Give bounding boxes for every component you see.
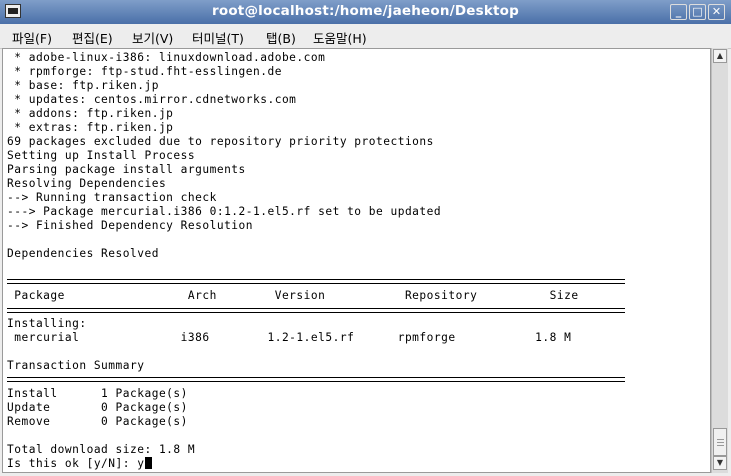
menu-file[interactable]: 파일(F) — [12, 28, 52, 47]
close-button[interactable]: ✕ — [708, 4, 725, 20]
menu-terminal[interactable]: 터미널(T) — [192, 28, 244, 47]
menu-bar: 파일(F) 편집(E) 보기(V) 터미널(T) 탭(B) 도움말(H) — [0, 24, 731, 49]
terminal-line: Remove 0 Package(s) — [7, 415, 188, 428]
terminal-line: * addons: ftp.riken.jp — [7, 107, 174, 120]
terminal-output[interactable]: * adobe-linux-i386: linuxdownload.adobe.… — [2, 48, 711, 473]
scroll-thumb[interactable] — [713, 428, 727, 456]
prompt-line[interactable]: Is this ok [y/N]: y — [7, 457, 152, 471]
terminal-line: Install 1 Package(s) — [7, 387, 188, 400]
table-divider — [7, 377, 625, 382]
terminal-line: Parsing package install arguments — [7, 163, 246, 176]
text-cursor — [144, 457, 152, 469]
terminal-line: Dependencies Resolved — [7, 247, 159, 260]
terminal-line: ---> Package mercurial.i386 0:1.2-1.el5.… — [7, 205, 442, 218]
terminal-line: Transaction Summary — [7, 359, 145, 372]
table-divider — [7, 308, 625, 313]
terminal-line: * base: ftp.riken.jp — [7, 79, 159, 92]
terminal-line: Update 0 Package(s) — [7, 401, 188, 414]
terminal-line: mercurial i386 1.2-1.el5.rf rpmforge 1.8… — [7, 331, 572, 344]
scroll-up-arrow-icon[interactable]: ▲ — [713, 49, 727, 63]
prompt-text: Is this ok [y/N]: — [7, 457, 138, 470]
title-bar[interactable]: root@localhost:/home/jaeheon/Desktop _ □… — [0, 0, 731, 24]
minimize-button[interactable]: _ — [670, 4, 687, 20]
scroll-down-arrow-icon[interactable]: ▼ — [713, 456, 727, 470]
prompt-input[interactable]: y — [137, 457, 144, 470]
terminal-line: Total download size: 1.8 M — [7, 443, 196, 456]
menu-edit[interactable]: 편집(E) — [72, 28, 113, 47]
table-divider — [7, 279, 625, 284]
terminal-line: Package Arch Version Repository Size — [7, 289, 579, 302]
terminal-line: Setting up Install Process — [7, 149, 196, 162]
terminal-line: Installing: — [7, 317, 87, 330]
menu-tabs[interactable]: 탭(B) — [266, 28, 296, 47]
terminal-line: 69 packages excluded due to repository p… — [7, 135, 434, 148]
menu-view[interactable]: 보기(V) — [132, 28, 173, 47]
terminal-line: Resolving Dependencies — [7, 177, 167, 190]
terminal-line: --> Finished Dependency Resolution — [7, 219, 254, 232]
vertical-scrollbar[interactable]: ▲ ▼ — [711, 48, 728, 473]
terminal-line: * adobe-linux-i386: linuxdownload.adobe.… — [7, 51, 326, 64]
window-title: root@localhost:/home/jaeheon/Desktop — [212, 3, 519, 19]
terminal-line: * extras: ftp.riken.jp — [7, 121, 174, 134]
terminal-line: * rpmforge: ftp-stud.fht-esslingen.de — [7, 65, 282, 78]
terminal-line: * updates: centos.mirror.cdnetworks.com — [7, 93, 297, 106]
terminal-window: root@localhost:/home/jaeheon/Desktop _ □… — [0, 0, 731, 476]
maximize-button[interactable]: □ — [689, 4, 706, 20]
terminal-line: --> Running transaction check — [7, 191, 217, 204]
menu-help[interactable]: 도움말(H) — [313, 28, 367, 47]
